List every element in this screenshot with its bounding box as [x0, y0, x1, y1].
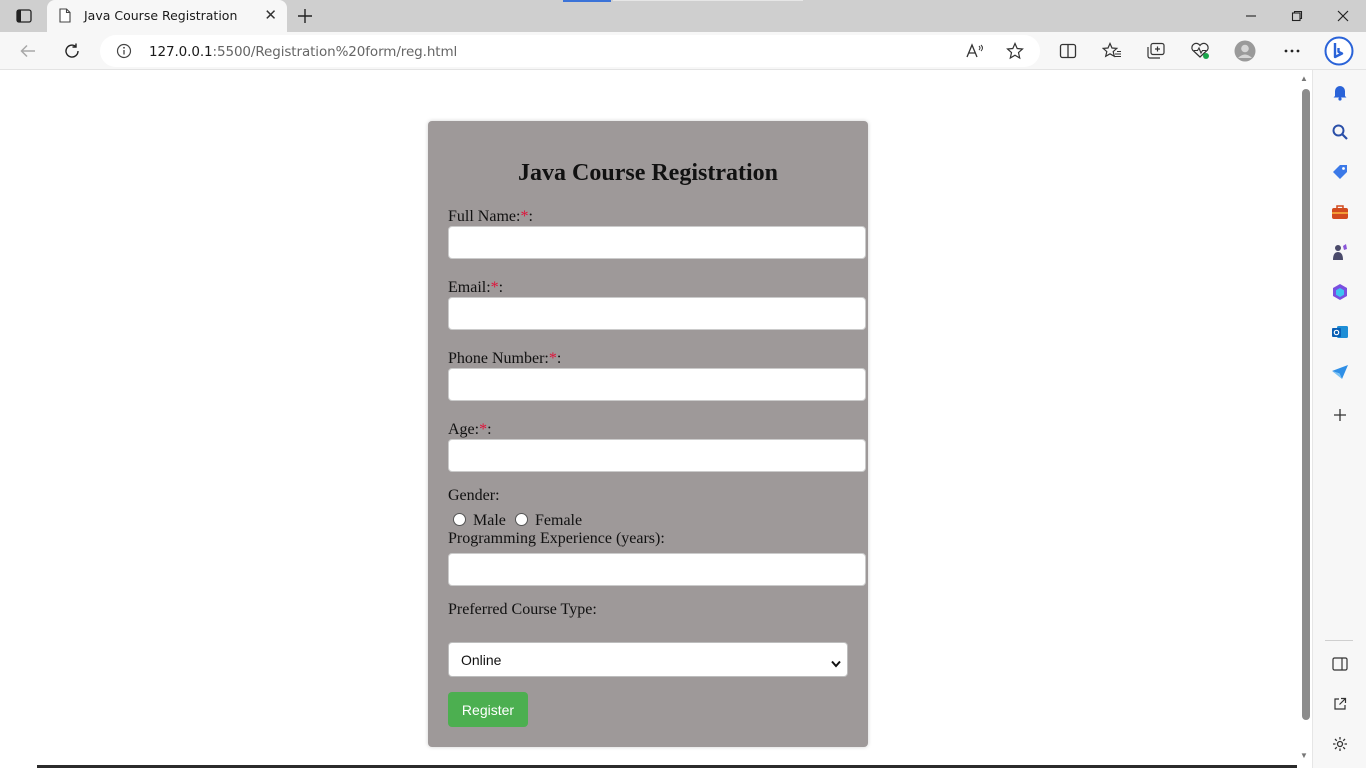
phone-label: Phone Number:*:: [448, 350, 561, 368]
edge-sidebar: [1312, 70, 1366, 768]
scroll-down-arrow-icon[interactable]: ▼: [1300, 751, 1308, 760]
tab-title: Java Course Registration: [84, 8, 238, 23]
scroll-up-arrow-icon[interactable]: ▲: [1300, 74, 1308, 83]
registration-card: Java Course Registration Full Name:*: Em…: [428, 121, 868, 747]
label-colon: :: [487, 421, 492, 438]
star-icon[interactable]: [1004, 41, 1026, 61]
gender-female-label: Female: [535, 512, 583, 529]
age-label: Age:*:: [448, 421, 492, 439]
form-title: Java Course Registration: [518, 160, 778, 186]
search-icon[interactable]: [1327, 120, 1353, 144]
scroll-thumb[interactable]: [1302, 89, 1310, 720]
chevron-down-icon: [831, 655, 841, 671]
gender-male-label: Male: [473, 512, 506, 529]
full-name-label: Full Name:*:: [448, 208, 533, 226]
sidebar-divider: [1325, 640, 1353, 641]
gender-female-radio[interactable]: [515, 513, 528, 526]
email-input[interactable]: [448, 297, 866, 330]
label-colon: :: [556, 350, 562, 367]
hide-sidebar-icon[interactable]: [1327, 652, 1353, 676]
label-colon: :: [528, 208, 533, 225]
url-path: :5500/Registration%20form/reg.html: [212, 44, 458, 60]
page-icon: [59, 8, 71, 28]
browser-tab[interactable]: Java Course Registration ✕: [47, 0, 287, 32]
experience-input[interactable]: [448, 553, 866, 586]
back-arrow-icon[interactable]: [15, 39, 41, 63]
add-icon[interactable]: [1327, 403, 1353, 427]
phone-label-text: Phone Number:: [448, 350, 549, 367]
required-mark: *: [548, 350, 557, 367]
restore-icon[interactable]: [1274, 0, 1320, 32]
close-window-icon[interactable]: [1320, 0, 1366, 32]
gender-label: Gender:: [448, 487, 500, 504]
favorites-icon[interactable]: [1099, 39, 1125, 63]
more-icon[interactable]: [1279, 39, 1305, 63]
tabstrip-accent: [563, 0, 611, 2]
browser-toolbar: 127.0.0.1:5500/Registration%20form/reg.h…: [0, 32, 1366, 70]
gender-male-radio[interactable]: [453, 513, 466, 526]
refresh-icon[interactable]: [59, 39, 85, 63]
games-icon[interactable]: [1327, 240, 1353, 264]
full-name-label-text: Full Name:: [448, 208, 521, 225]
drop-icon[interactable]: [1327, 360, 1353, 384]
tab-actions-icon[interactable]: [10, 5, 38, 27]
page-scrollbar[interactable]: ▲ ▼: [1296, 71, 1312, 768]
tabstrip-divider: [613, 0, 803, 1]
info-icon[interactable]: [116, 43, 132, 64]
required-mark: *: [490, 279, 499, 296]
phone-input[interactable]: [448, 368, 866, 401]
url-host: 127.0.0.1: [149, 44, 213, 60]
open-external-icon[interactable]: [1327, 692, 1353, 716]
email-label: Email:*:: [448, 279, 503, 297]
collections-icon[interactable]: [1143, 39, 1169, 63]
minimize-icon[interactable]: [1228, 0, 1274, 32]
course-type-select[interactable]: Online: [448, 642, 848, 677]
read-aloud-icon[interactable]: [964, 41, 986, 61]
register-button[interactable]: Register: [448, 692, 528, 727]
outlook-icon[interactable]: [1327, 320, 1353, 344]
microsoft365-icon[interactable]: [1327, 280, 1353, 304]
tab-strip: Java Course Registration ✕: [0, 0, 1366, 32]
shopping-tag-icon[interactable]: [1327, 160, 1353, 184]
browser-essentials-icon[interactable]: [1187, 39, 1213, 63]
close-tab-icon[interactable]: ✕: [264, 8, 277, 24]
course-type-label: Preferred Course Type:: [448, 601, 597, 618]
required-mark: *: [479, 421, 488, 438]
profile-avatar-icon[interactable]: [1232, 39, 1258, 63]
experience-label: Programming Experience (years):: [448, 530, 665, 547]
bing-copilot-icon[interactable]: [1322, 34, 1356, 68]
label-colon: :: [498, 279, 504, 296]
age-input[interactable]: [448, 439, 866, 472]
full-name-input[interactable]: [448, 226, 866, 259]
settings-gear-icon[interactable]: [1327, 732, 1353, 756]
bell-icon[interactable]: [1327, 80, 1353, 104]
tools-briefcase-icon[interactable]: [1327, 200, 1353, 224]
address-bar[interactable]: 127.0.0.1:5500/Registration%20form/reg.h…: [100, 35, 1040, 67]
age-label-text: Age:: [448, 421, 480, 438]
split-screen-icon[interactable]: [1055, 39, 1081, 63]
new-tab-icon[interactable]: [294, 5, 316, 27]
email-label-text: Email:: [448, 279, 491, 296]
url-text[interactable]: 127.0.0.1:5500/Registration%20form/reg.h…: [149, 44, 457, 60]
course-type-value: Online: [461, 652, 502, 668]
